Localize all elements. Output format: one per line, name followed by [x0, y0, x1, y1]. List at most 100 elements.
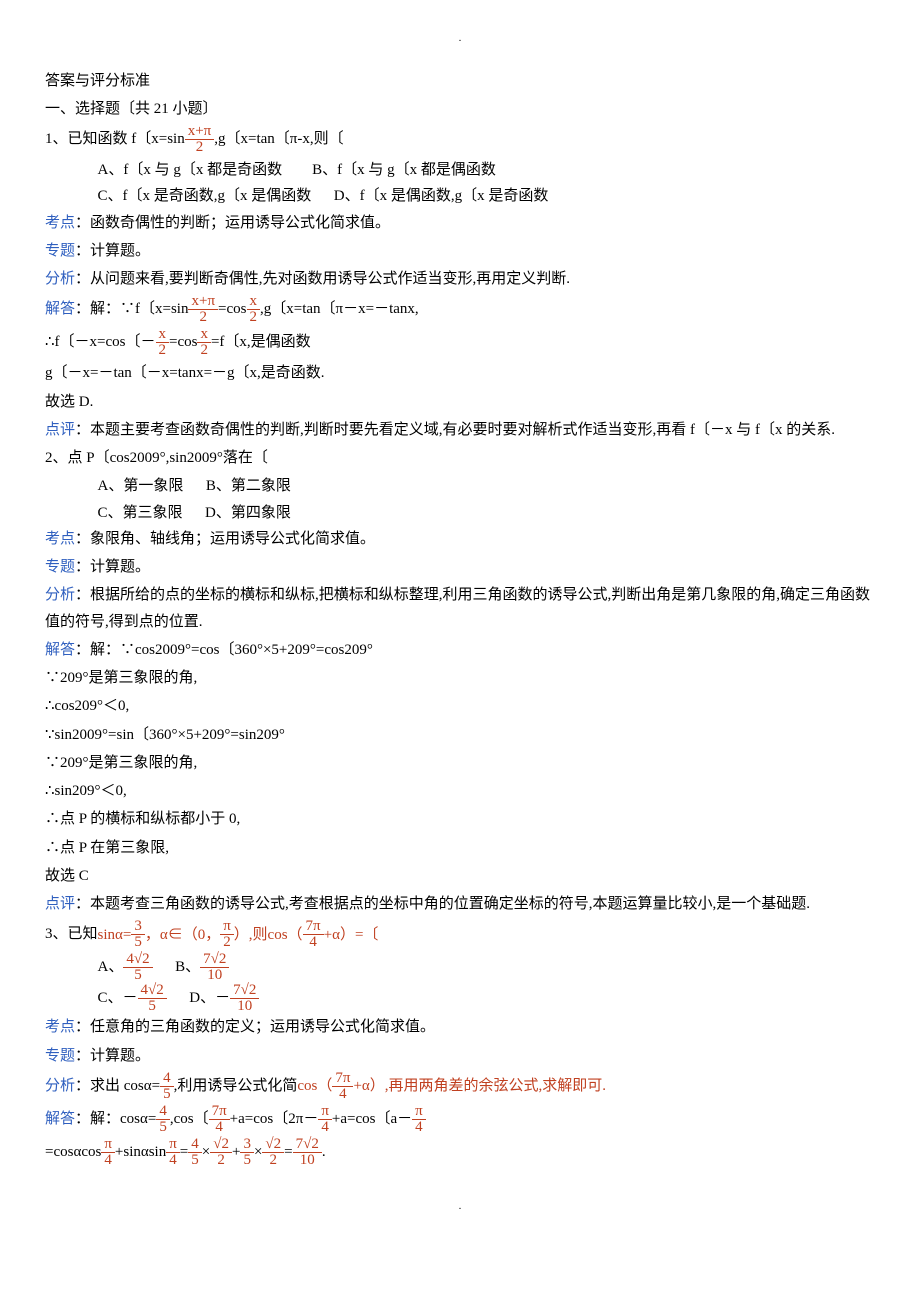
- frac-3-5: 35: [131, 919, 145, 950]
- q3-fen-mid: ,利用诱导公式化简: [174, 1078, 298, 1094]
- label-kaodian: 考点: [45, 215, 75, 231]
- q1-zhuanti: 专题：计算题。: [45, 238, 875, 264]
- q1-jieda-line4: 故选 D.: [45, 389, 875, 415]
- q3-jie-mid2: +a=cos〔2π－: [230, 1111, 319, 1127]
- q3-options: A、4√25 B、7√210 C、－4√25 D、－7√210: [45, 952, 875, 1014]
- q2-options: A、第一象限 B、第二象限 C、第三象限 D、第四象限: [45, 473, 875, 526]
- q2-option-d: D、第四象限: [205, 505, 291, 521]
- q1-jieda-line2: ∴f〔－x=cos〔－x2=cosx2=f〔x,是偶函数: [45, 327, 875, 358]
- q3-l2-mid1: +sinαsin: [115, 1144, 166, 1160]
- q2-stem: 2、点 P〔cos2009°,sin2009°落在〔: [45, 445, 875, 471]
- q1-option-d: D、f〔x 是偶函数,g〔x 是奇函数: [334, 188, 549, 204]
- q3-l2-mid2: =: [180, 1144, 188, 1160]
- frac-x-plus-pi-2: x+π2: [188, 294, 218, 325]
- q2-zhuanti-text: ：计算题。: [75, 559, 150, 575]
- q1-l2-mid: =cos: [169, 334, 197, 350]
- q2-kaodian: 考点：象限角、轴线角；运用诱导公式化简求值。: [45, 526, 875, 552]
- section-multiple-choice: 一、选择题〔共 21 小题〕: [45, 96, 875, 122]
- q3-fen-post: +α）,再用两角差的余弦公式,求解即可.: [353, 1073, 606, 1099]
- frac-4-5-c: 45: [188, 1137, 202, 1168]
- q3-option-b: B、7√210: [175, 959, 229, 975]
- label-zhuanti: 专题: [45, 1048, 75, 1064]
- q2-ping-text: ：本题考查三角函数的诱导公式,考查根据点的坐标中角的位置确定坐标的符号,本题运算…: [75, 896, 810, 912]
- label-kaodian: 考点: [45, 531, 75, 547]
- q1-jie-mid: =cos: [218, 301, 246, 317]
- q3-jie-pre: ：解：cosα=: [75, 1111, 156, 1127]
- q2-jie-line4: ∵sin2009°=sin〔360°×5+209°=sin209°: [45, 722, 875, 748]
- q2-kaodian-text: ：象限角、轴线角；运用诱导公式化简求值。: [75, 531, 375, 547]
- q1-jieda-line1: 解答：解：∵f〔x=sinx+π2=cosx2,g〔x=tan〔π－x=－tan…: [45, 294, 875, 325]
- q1-kaodian-text: ：函数奇偶性的判断；运用诱导公式化简求值。: [75, 215, 390, 231]
- frac-7pi-4: 7π4: [303, 919, 324, 950]
- frac-4-5-b: 45: [156, 1104, 170, 1135]
- q3-sin-alpha: sinα=: [98, 922, 132, 948]
- frac-rt2-2-b: √22: [262, 1137, 284, 1168]
- q3-option-a: A、4√25: [98, 959, 153, 975]
- q3-stem-post: +α）=〔: [324, 922, 379, 948]
- q2-option-b: B、第二象限: [206, 478, 291, 494]
- q3-stem-mid2: ）,则: [234, 922, 268, 948]
- frac-3-5-b: 35: [240, 1137, 254, 1168]
- q1-ping-text: ：本题主要考查函数奇偶性的判断,判断时要先看定义域,有必要时要对解析式作适当变形…: [75, 422, 835, 438]
- q2-jie-line8: ∴点 P 在第三象限,: [45, 835, 875, 861]
- q2-jie-line7: ∴点 P 的横标和纵标都小于 0,: [45, 806, 875, 832]
- q1-option-c: C、f〔x 是奇函数,g〔x 是偶函数: [98, 188, 312, 204]
- q1-dianping: 点评：本题主要考查函数奇偶性的判断,判断时要先看定义域,有必要时要对解析式作适当…: [45, 417, 875, 443]
- q3-jie-mid3: +a=cos〔a－: [332, 1111, 412, 1127]
- frac-4-5: 45: [160, 1071, 174, 1102]
- q1-jie-pre: ：解：∵f〔x=sin: [75, 301, 188, 317]
- q1-stem: 1、已知函数 f〔x=sinx+π2,g〔x=tan〔π-x,则〔: [45, 124, 875, 155]
- q3-jie-line2: =cosαcosπ4+sinαsinπ4=45×√22+35×√22=7√210…: [45, 1137, 875, 1168]
- q3-l2-mid4: +: [232, 1144, 240, 1160]
- q3-l2-mid5: ×: [254, 1144, 262, 1160]
- q2-fenxi-text: ：根据所给的点的坐标的横标和纵标,把横标和纵标整理,利用三角函数的诱导公式,判断…: [45, 587, 870, 629]
- q2-option-a: A、第一象限: [98, 478, 184, 494]
- label-fenxi: 分析: [45, 1078, 75, 1094]
- frac-pi-4-c: π4: [101, 1137, 115, 1168]
- q3-stem: 3、已知sinα=35，α∈（0，π2）,则cos（7π4+α）=〔: [45, 919, 875, 950]
- frac-pi-2: π2: [220, 919, 234, 950]
- q1-option-b: B、f〔x 与 g〔x 都是偶函数: [312, 162, 496, 178]
- label-jieda: 解答: [45, 1111, 75, 1127]
- q3-stem-mid: ，α∈（0，: [145, 922, 220, 948]
- label-dianping: 点评: [45, 422, 75, 438]
- q1-fenxi-text: ：从问题来看,要判断奇偶性,先对函数用诱导公式作适当变形,再用定义判断.: [75, 271, 570, 287]
- frac-x-2-c: x2: [197, 327, 211, 358]
- frac-7pi-4-c: 7π4: [209, 1104, 230, 1135]
- frac-7pi-4-b: 7π4: [332, 1071, 353, 1102]
- q3-l2-mid6: =: [284, 1144, 292, 1160]
- frac-pi-4-d: π4: [166, 1137, 180, 1168]
- label-dianping: 点评: [45, 896, 75, 912]
- q1-zhuanti-text: ：计算题。: [75, 243, 150, 259]
- q1-kaodian: 考点：函数奇偶性的判断；运用诱导公式化简求值。: [45, 210, 875, 236]
- frac-7rt2-10-b: 7√210: [293, 1137, 322, 1168]
- q1-option-a: A、f〔x 与 g〔x 都是奇函数: [98, 162, 283, 178]
- q3-option-c: C、－4√25: [98, 990, 167, 1006]
- label-jieda: 解答: [45, 301, 75, 317]
- q2-jie-line2: ∵209°是第三象限的角,: [45, 665, 875, 691]
- q1-l2-post: =f〔x,是偶函数: [211, 334, 311, 350]
- frac-pi-4-b: π4: [412, 1104, 426, 1135]
- label-kaodian: 考点: [45, 1019, 75, 1035]
- q2-jie-line5: ∵209°是第三象限的角,: [45, 750, 875, 776]
- q2-option-c: C、第三象限: [98, 505, 183, 521]
- q3-fenxi: 分析：求出 cosα=45,利用诱导公式化简cos（7π4+α）,再用两角差的余…: [45, 1071, 875, 1102]
- q3-jie-line1: 解答：解：cosα=45,cos〔7π4+a=cos〔2π－ π4+a=cos〔a…: [45, 1104, 875, 1135]
- q1-frac-x-plus-pi-over-2: x+π2: [185, 124, 215, 155]
- q3-option-d: D、－7√210: [189, 990, 259, 1006]
- q2-jie1: ：解：∵cos2009°=cos〔360°×5+209°=cos209°: [75, 642, 373, 658]
- q2-dianping: 点评：本题考查三角函数的诱导公式,考查根据点的坐标中角的位置确定坐标的符号,本题…: [45, 891, 875, 917]
- q3-jie-mid1: ,cos〔: [170, 1111, 209, 1127]
- q2-jie-line1: 解答：解：∵cos2009°=cos〔360°×5+209°=cos209°: [45, 637, 875, 663]
- label-zhuanti: 专题: [45, 559, 75, 575]
- frac-4rt2-5: 4√25: [123, 952, 152, 983]
- q3-fen-pre: ：求出 cosα=: [75, 1078, 160, 1094]
- q3-cos: cos（: [268, 922, 303, 948]
- page-footer-dot: .: [45, 1198, 875, 1216]
- q3-zhuanti: 专题：计算题。: [45, 1043, 875, 1069]
- q1-jieda-line3: g〔－x=－tan〔－x=tanx=－g〔x,是奇函数.: [45, 360, 875, 386]
- q1-stem-pre: 1、已知函数 f〔x=sin: [45, 131, 185, 147]
- frac-neg-7rt2-10: 7√210: [230, 983, 259, 1014]
- frac-rt2-2: √22: [210, 1137, 232, 1168]
- q2-fenxi: 分析：根据所给的点的坐标的横标和纵标,把横标和纵标整理,利用三角函数的诱导公式,…: [45, 582, 875, 635]
